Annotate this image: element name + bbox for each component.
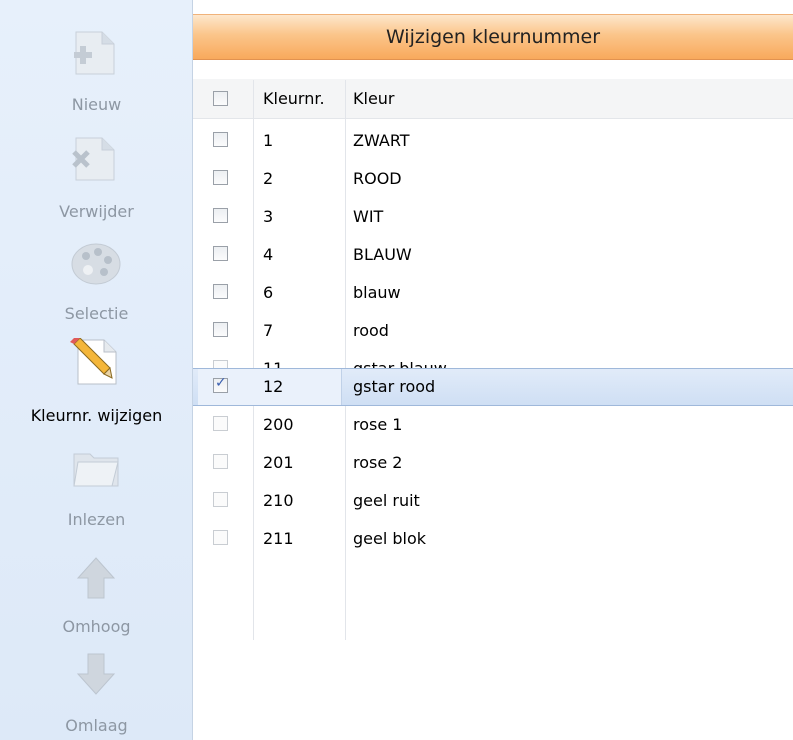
row-checkbox[interactable] bbox=[213, 284, 228, 299]
row-number: 4 bbox=[263, 245, 274, 264]
delete-document-icon bbox=[72, 137, 115, 181]
selection-label: Selectie bbox=[64, 304, 129, 323]
row-checkbox[interactable] bbox=[213, 492, 228, 507]
select-all-checkbox[interactable] bbox=[213, 91, 228, 106]
row-color: rood bbox=[353, 321, 389, 340]
color-grid: Kleurnr. Kleur 1 ZWART 2 ROOD 3 WIT 4 BL… bbox=[193, 60, 793, 740]
row-checkbox[interactable] bbox=[213, 246, 228, 261]
table-row[interactable]: 7 rood bbox=[193, 312, 793, 350]
palette-icon bbox=[71, 243, 121, 285]
row-checkbox[interactable] bbox=[213, 454, 228, 469]
move-up-button[interactable]: Omhoog bbox=[0, 554, 193, 650]
row-color: ROOD bbox=[353, 169, 402, 188]
selection-button[interactable]: Selectie bbox=[0, 238, 193, 334]
change-colornumber-label: Kleurnr. wijzigen bbox=[30, 406, 163, 425]
row-color: WIT bbox=[353, 207, 384, 226]
row-number: 3 bbox=[263, 207, 274, 226]
table-row[interactable]: 3 WIT bbox=[193, 198, 793, 236]
table-row[interactable]: 210 geel ruit bbox=[193, 482, 793, 520]
table-row[interactable]: 4 BLAUW bbox=[193, 236, 793, 274]
table-row[interactable]: 6 blauw bbox=[193, 274, 793, 312]
row-checkbox[interactable] bbox=[213, 208, 228, 223]
folder-icon bbox=[73, 453, 119, 487]
row-checkbox[interactable] bbox=[213, 416, 228, 431]
row-number: 201 bbox=[263, 453, 294, 472]
row-number: 211 bbox=[263, 529, 294, 548]
delete-button[interactable]: Verwijder bbox=[0, 134, 193, 230]
pencil-document-icon bbox=[70, 338, 117, 385]
checkmark-icon: ✓ bbox=[215, 375, 227, 391]
row-number: 2 bbox=[263, 169, 274, 188]
row-color: geel blok bbox=[353, 529, 427, 548]
row-number: 12 bbox=[263, 377, 284, 396]
column-header-color[interactable]: Kleur bbox=[353, 79, 395, 119]
table-row[interactable]: 200 rose 1 bbox=[193, 406, 793, 444]
table-row[interactable]: 2 ROOD bbox=[193, 160, 793, 198]
row-checkbox[interactable] bbox=[213, 530, 228, 545]
table-row[interactable]: 211 geel blok bbox=[193, 520, 793, 558]
column-header-number[interactable]: Kleurnr. bbox=[263, 79, 325, 119]
new-button[interactable]: Nieuw bbox=[0, 28, 193, 124]
change-colornumber-button[interactable]: Kleurnr. wijzigen bbox=[0, 338, 193, 434]
row-color: rose 1 bbox=[353, 415, 403, 434]
row-checkbox[interactable] bbox=[213, 322, 228, 337]
row-color: BLAUW bbox=[353, 245, 412, 264]
row-color: geel ruit bbox=[353, 491, 420, 510]
table-row[interactable]: 201 rose 2 bbox=[193, 444, 793, 482]
row-color: ZWART bbox=[353, 131, 410, 150]
move-down-label: Omlaag bbox=[65, 716, 128, 735]
row-checkbox[interactable] bbox=[213, 170, 228, 185]
row-number: 6 bbox=[263, 283, 274, 302]
table-header: Kleurnr. Kleur bbox=[193, 79, 793, 119]
arrow-up-icon bbox=[76, 557, 116, 599]
row-color: blauw bbox=[353, 283, 401, 302]
import-button[interactable]: Inlezen bbox=[0, 444, 193, 540]
import-label: Inlezen bbox=[67, 510, 126, 529]
sidebar: Nieuw Verwijder Selectie Kleurnr. wijzig… bbox=[0, 0, 193, 740]
row-checkbox[interactable] bbox=[213, 132, 228, 147]
new-document-icon bbox=[74, 31, 115, 75]
title-bar: Wijzigen kleurnummer bbox=[193, 14, 793, 60]
row-number: 7 bbox=[263, 321, 274, 340]
row-number: 1 bbox=[263, 131, 274, 150]
row-number: 200 bbox=[263, 415, 294, 434]
arrow-down-icon bbox=[76, 653, 116, 695]
table-row-selected[interactable]: ✓ 12 gstar rood bbox=[193, 368, 793, 406]
row-color: gstar rood bbox=[353, 377, 436, 396]
delete-label: Verwijder bbox=[59, 202, 134, 221]
move-up-label: Omhoog bbox=[62, 617, 131, 636]
page-title: Wijzigen kleurnummer bbox=[385, 26, 601, 48]
new-label: Nieuw bbox=[71, 95, 122, 114]
move-down-button[interactable]: Omlaag bbox=[0, 650, 193, 740]
row-color: rose 2 bbox=[353, 453, 403, 472]
table-row[interactable]: 1 ZWART bbox=[193, 122, 793, 160]
row-number: 210 bbox=[263, 491, 294, 510]
row-checkbox[interactable]: ✓ bbox=[213, 375, 228, 393]
